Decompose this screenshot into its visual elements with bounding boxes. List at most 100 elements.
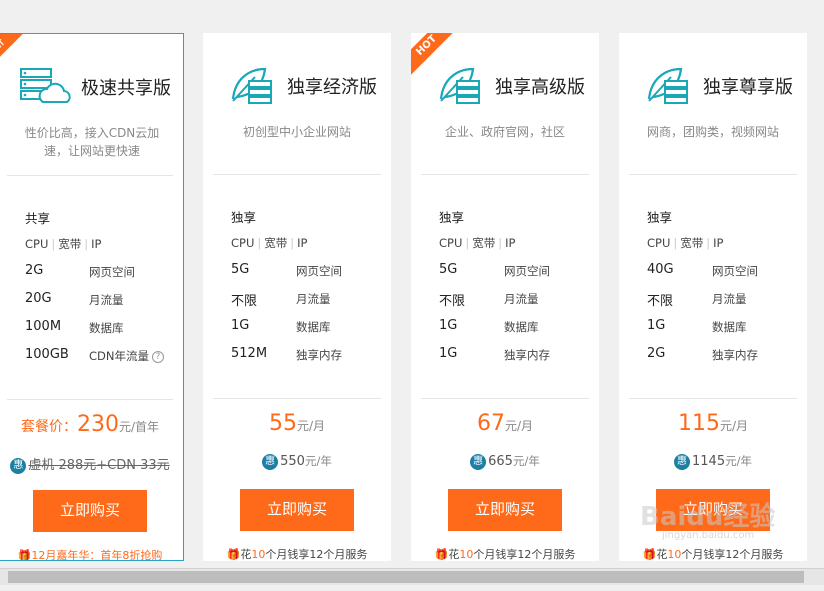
divider <box>629 174 797 175</box>
scrollbar-thumb[interactable] <box>8 571 804 583</box>
baidu-watermark-url: jingyan.baidu.com <box>662 530 755 541</box>
tag-cpu: CPU <box>439 236 463 250</box>
plan-type: 独享 <box>647 210 673 225</box>
tag-separator: | <box>257 236 262 250</box>
tag-bandwidth: 宽带 <box>472 236 496 250</box>
buy-button[interactable]: 立即购买 <box>448 489 562 531</box>
spec-value: 2G <box>25 263 44 278</box>
spec-label: 数据库 <box>712 320 747 334</box>
price-unit: 元/月 <box>296 419 326 433</box>
gift-icon: 🎁 <box>434 548 449 561</box>
leaf-server-icon <box>437 65 493 105</box>
plan-description: 网商，团购类，视频网站 <box>646 125 779 139</box>
plan-description: 性价比高，接入CDN云加速，让网站更快速 <box>24 126 160 158</box>
leaf-server-icon <box>645 65 701 105</box>
tag-cpu: CPU <box>647 236 671 250</box>
spec-value: 512M <box>231 346 268 361</box>
price-row: 67元/月 <box>411 411 599 436</box>
tag-separator: | <box>84 237 89 251</box>
tag-separator: | <box>290 236 295 250</box>
spec-value: 5G <box>231 262 250 277</box>
help-icon[interactable]: ? <box>152 351 164 363</box>
original-price: 虚机 288元+CDN 33元 <box>28 458 170 473</box>
yearly-unit: 元/年 <box>304 454 332 468</box>
divider <box>213 398 381 399</box>
promo-post: 个月钱享12个月服务 <box>473 548 576 561</box>
divider <box>629 398 797 399</box>
plan-header: 极速共享版 <box>0 64 183 104</box>
spec-label: 网页空间 <box>712 264 758 278</box>
promo-post: 个月钱享12个月服务 <box>265 548 368 561</box>
spec-value: 不限 <box>439 294 466 309</box>
tag-separator: | <box>706 236 711 250</box>
tag-bandwidth: 宽带 <box>680 236 704 250</box>
yearly-price: 550 <box>280 454 305 469</box>
promo-pre: 花 <box>240 548 252 561</box>
price-value: 115 <box>677 411 720 436</box>
yearly-price-row: 惠 550元/年 <box>203 453 391 470</box>
plan-name: 独享尊享版 <box>703 77 793 98</box>
spec-label: 月流量 <box>89 293 124 307</box>
plan-type: 独享 <box>231 210 257 225</box>
hui-badge-icon: 惠 <box>470 454 487 470</box>
resource-tags: CPU | 宽带 | IP <box>439 235 515 251</box>
tag-cpu: CPU <box>25 237 49 251</box>
tag-separator: | <box>498 236 503 250</box>
promo-highlight: 10 <box>251 548 266 561</box>
tag-ip: IP <box>505 236 516 250</box>
promo-text[interactable]: 🎁12月嘉年华：首年8折抢购 <box>1 547 179 561</box>
tag-separator: | <box>673 236 678 250</box>
scroll-left-arrow-icon[interactable] <box>0 571 8 583</box>
horizontal-scrollbar[interactable] <box>0 568 824 585</box>
promo-pre: 花 <box>656 548 668 561</box>
promo-pre: 花 <box>448 548 460 561</box>
price-value: 230 <box>76 412 119 437</box>
promo-highlight: 10 <box>459 548 474 561</box>
promo-text[interactable]: 🎁花10个月钱享12个月服务 <box>415 546 595 561</box>
spec-value: 1G <box>439 346 458 361</box>
buy-button[interactable]: 立即购买 <box>240 489 354 531</box>
plan-name: 极速共享版 <box>81 78 171 99</box>
tag-ip: IP <box>713 236 724 250</box>
server-cloud-icon <box>19 66 75 106</box>
plan-card-shared: 8折 极速共享版 性价比高，接入CDN云加速，让网站更快速 共享 CPU | 宽带 |… <box>0 33 184 561</box>
gift-icon: 🎁 <box>226 548 241 561</box>
price-row: 套餐价：230元/首年 <box>0 412 183 437</box>
plan-card-premium: 独享尊享版 网商，团购类，视频网站 独享 CPU | 宽带 | IP 40G 网页空间 … <box>619 33 807 561</box>
hui-badge-icon: 惠 <box>262 454 279 470</box>
tag-separator: | <box>51 237 56 251</box>
plan-type: 独享 <box>439 210 465 225</box>
spec-value: 不限 <box>231 294 258 309</box>
spec-label: CDN年流量 <box>89 349 149 363</box>
yearly-price: 665 <box>488 454 513 469</box>
yearly-price-row: 惠 1145元/年 <box>619 453 807 470</box>
hui-badge-icon: 惠 <box>10 458 27 474</box>
yearly-price: 1145 <box>692 454 726 469</box>
spec-value: 100GB <box>25 347 69 362</box>
buy-button[interactable]: 立即购买 <box>33 490 147 532</box>
plan-name: 独享经济版 <box>287 77 377 98</box>
yearly-price-row: 惠 665元/年 <box>411 453 599 470</box>
tag-bandwidth: 宽带 <box>264 236 288 250</box>
promo-label: 12月嘉年华：首年8折抢购 <box>31 549 163 561</box>
divider <box>7 399 173 400</box>
resource-tags: CPU | 宽带 | IP <box>25 236 101 252</box>
promo-highlight: 10 <box>667 548 682 561</box>
spec-label: 网页空间 <box>296 264 342 278</box>
price-value: 67 <box>476 411 505 436</box>
spec-value: 1G <box>231 318 250 333</box>
price-unit: 元/月 <box>504 419 534 433</box>
resource-tags: CPU | 宽带 | IP <box>647 235 723 251</box>
plan-name: 独享高级版 <box>495 77 585 98</box>
spec-value: 40G <box>647 262 674 277</box>
plan-header: 独享高级版 <box>411 63 599 105</box>
spec-label: 月流量 <box>296 292 331 306</box>
original-price-row: 惠虚机 288元+CDN 33元 <box>0 454 183 474</box>
spec-label: 数据库 <box>89 321 124 335</box>
promo-text[interactable]: 🎁花10个月钱享12个月服务 <box>623 546 803 561</box>
promo-text[interactable]: 🎁花10个月钱享12个月服务 <box>207 546 387 561</box>
promo-post: 个月钱享12个月服务 <box>681 548 784 561</box>
spec-value: 1G <box>439 318 458 333</box>
plan-header: 独享尊享版 <box>619 63 807 105</box>
plan-description: 初创型中小企业网站 <box>242 125 351 139</box>
